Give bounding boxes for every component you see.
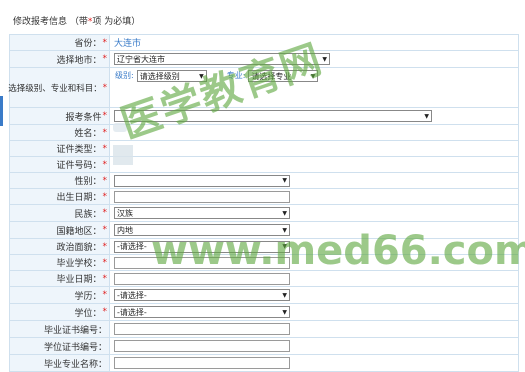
- side-tab-indicator[interactable]: [0, 96, 3, 126]
- school-input[interactable]: [114, 256, 290, 269]
- nationality-select[interactable]: 内地 ▼: [114, 224, 290, 236]
- row-grad-cert: 毕业证书编号：: [9, 321, 519, 338]
- row-grad-date: 毕业日期： *: [9, 271, 519, 287]
- chevron-down-icon: ▼: [282, 177, 287, 184]
- chevron-down-icon: ▼: [282, 291, 287, 299]
- row-province: 省份： * 大连市: [9, 35, 519, 51]
- major-select[interactable]: 请选择专业 ▼: [248, 70, 319, 82]
- chevron-down-icon: ▼: [322, 55, 327, 63]
- row-degree: 学位： * -请选择- ▼: [9, 304, 519, 321]
- row-ethnicity: 民族： * 汉族 ▼: [9, 205, 519, 222]
- redacted-name-blur: [113, 123, 127, 132]
- row-education: 学历： * -请选择- ▼: [9, 287, 519, 304]
- row-id-number: 证件号码： *: [9, 157, 519, 173]
- gender-select[interactable]: ▼: [114, 174, 290, 187]
- degree-select[interactable]: -请选择- ▼: [114, 306, 290, 318]
- province-value: 大连市: [114, 39, 142, 49]
- education-select[interactable]: -请选择- ▼: [114, 289, 290, 301]
- chevron-down-icon: ▼: [424, 112, 429, 120]
- page-title: 修改报考信息 （带*项 为必填）: [13, 17, 141, 27]
- row-nationality: 国籍地区： * 内地 ▼: [9, 222, 519, 239]
- chevron-down-icon: ▼: [282, 308, 287, 316]
- birth-date-input[interactable]: [114, 190, 290, 203]
- row-exam-condition: 报考条件 * ▼: [9, 108, 519, 125]
- row-name: 姓名： *: [9, 125, 519, 141]
- exam-condition-select[interactable]: ▼: [114, 110, 432, 122]
- degree-cert-input[interactable]: [114, 340, 290, 352]
- political-select[interactable]: -请选择- ▼: [114, 240, 290, 253]
- grad-major-input[interactable]: [114, 357, 290, 369]
- chevron-down-icon: ▼: [310, 72, 316, 80]
- ethnicity-select[interactable]: 汉族 ▼: [114, 207, 290, 219]
- row-id-type: 证件类型： *: [9, 141, 519, 157]
- row-political: 政治面貌： * -请选择- ▼: [9, 239, 519, 255]
- grad-date-input[interactable]: [114, 272, 290, 285]
- major-label: 专业:: [226, 71, 246, 80]
- level-label: 级别:: [115, 71, 134, 80]
- level-select[interactable]: 请选择级别 ▼: [136, 70, 207, 82]
- row-grad-major: 毕业专业名称：: [9, 355, 519, 372]
- chevron-down-icon: ▼: [199, 72, 204, 80]
- registration-form: 省份： * 大连市 选择地市： * 辽宁省大连市 ▼ 选择级别、专业和科目： * 级别:…: [8, 34, 519, 372]
- row-gender: 性别： * ▼: [9, 173, 519, 189]
- redacted-id-blur: [113, 145, 133, 165]
- chevron-down-icon: ▼: [282, 226, 287, 234]
- chevron-down-icon: ▼: [282, 243, 287, 250]
- row-school: 毕业学校： *: [9, 255, 519, 271]
- city-select[interactable]: 辽宁省大连市 ▼: [114, 53, 330, 65]
- row-level-subject: 选择级别、专业和科目： * 级别: 请选择级别 ▼ 专业: 请选择专业 ▼: [8, 68, 519, 108]
- grad-cert-input[interactable]: [114, 323, 290, 335]
- row-birth-date: 出生日期： *: [9, 189, 519, 205]
- chevron-down-icon: ▼: [282, 209, 287, 217]
- row-city: 选择地市： * 辽宁省大连市 ▼: [9, 51, 519, 68]
- row-degree-cert: 学位证书编号：: [9, 338, 519, 355]
